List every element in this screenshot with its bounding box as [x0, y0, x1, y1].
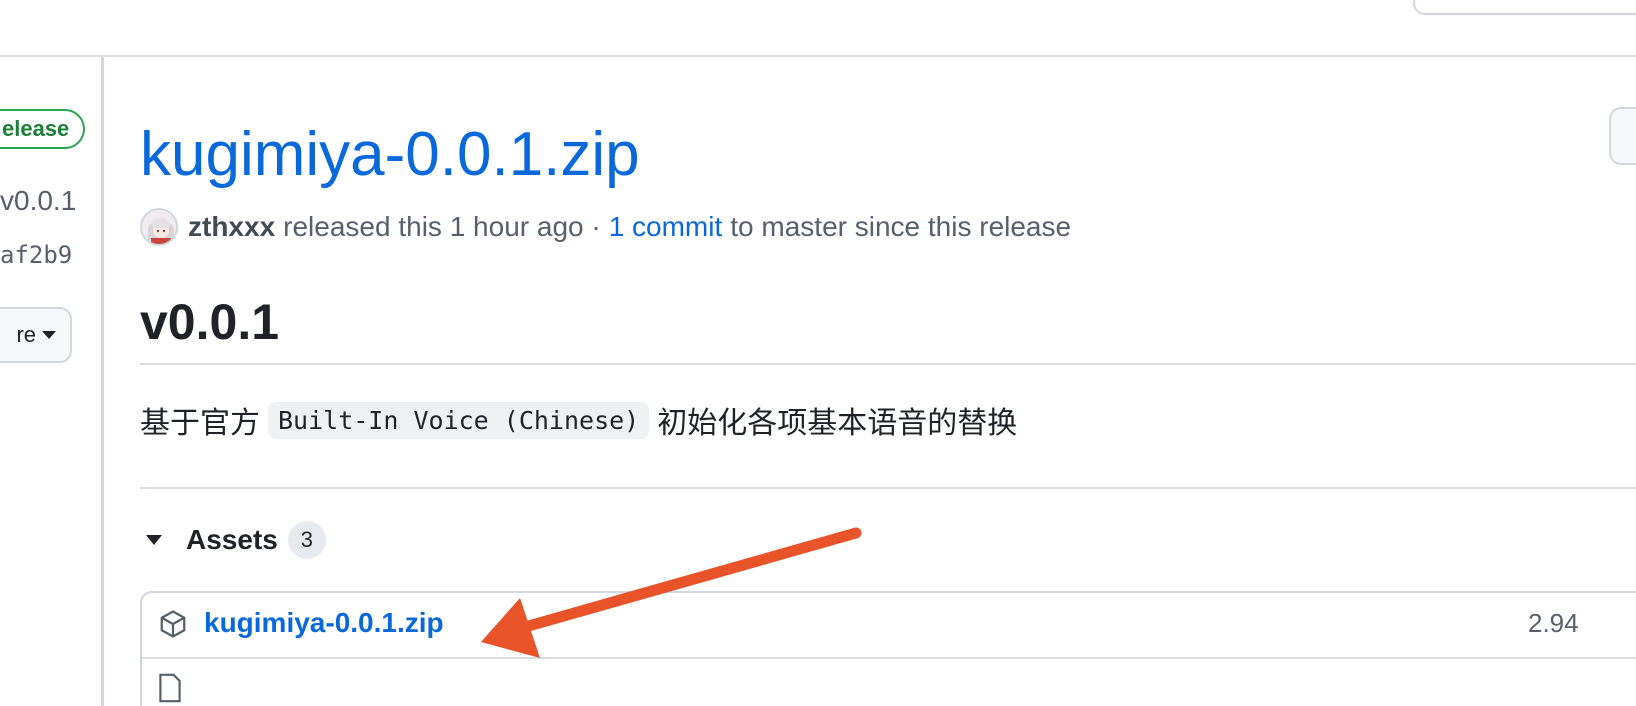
released-text: released this 1 hour ago · [283, 211, 601, 242]
top-right-control[interactable] [1413, 0, 1636, 15]
compare-button-label: re [16, 322, 36, 347]
release-description: 基于官方 Built-In Voice (Chinese) 初始化各项基本语音的… [140, 397, 1017, 443]
heading-divider [140, 363, 1636, 365]
release-main: kugimiya-0.0.1.zip zthxxx released this … [104, 57, 1636, 706]
release-sidebar: elease v0.0.1 af2b9 re [0, 57, 104, 706]
asset-row: kugimiya-0.0.1.zip 2.94 [142, 593, 1636, 659]
commit-sha[interactable]: af2b9 [0, 241, 72, 269]
latest-release-badge: elease [0, 109, 86, 149]
release-action-button[interactable] [1609, 107, 1636, 165]
compare-button[interactable]: re [0, 307, 72, 363]
triangle-down-icon [146, 535, 162, 545]
author-link[interactable]: zthxxx [188, 211, 275, 243]
commits-since-suffix: to master since this release [730, 211, 1072, 242]
description-code: Built-In Voice (Chinese) [268, 401, 650, 439]
release-meta: zthxxx released this 1 hour ago · 1 comm… [140, 207, 1071, 247]
assets-label: Assets [186, 524, 278, 555]
assets-divider [140, 487, 1636, 489]
avatar[interactable] [140, 208, 178, 246]
top-bar [0, 0, 1636, 57]
assets-list: kugimiya-0.0.1.zip 2.94 [140, 591, 1636, 706]
version-heading: v0.0.1 [140, 294, 280, 350]
asset-download-link[interactable]: kugimiya-0.0.1.zip [204, 607, 444, 639]
assets-toggle[interactable]: Assets 3 [140, 519, 326, 561]
commits-since-link[interactable]: 1 commit [609, 211, 723, 243]
release-title-link[interactable]: kugimiya-0.0.1.zip [140, 119, 640, 191]
description-suffix: 初始化各项基本语音的替换 [657, 407, 1018, 440]
assets-count-badge: 3 [287, 521, 326, 559]
asset-size: 2.94 [1528, 608, 1579, 638]
description-prefix: 基于官方 [140, 407, 260, 440]
package-icon [160, 610, 186, 638]
file-zip-icon [159, 673, 181, 703]
asset-row [142, 659, 1636, 706]
avatar-image-icon [142, 210, 176, 244]
tag-name[interactable]: v0.0.1 [0, 185, 76, 217]
caret-down-icon [42, 331, 56, 339]
